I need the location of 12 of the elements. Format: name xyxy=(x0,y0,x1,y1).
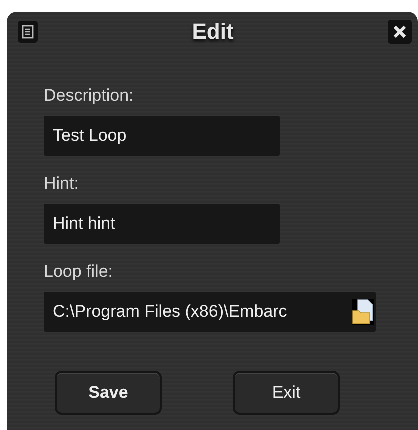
menu-icon[interactable] xyxy=(18,21,38,43)
text-field[interactable]: Test Loop xyxy=(44,116,280,156)
window-title: Edit xyxy=(192,19,234,45)
file-path-field[interactable]: C:\Program Files (x86)\Embarc xyxy=(44,292,376,332)
dialog-button[interactable]: Exit xyxy=(233,371,340,415)
field-label: Description: xyxy=(44,86,135,106)
text-field[interactable]: Hint hint xyxy=(44,204,280,244)
dialog-button[interactable]: Save xyxy=(55,371,162,415)
close-icon[interactable] xyxy=(388,20,412,44)
field-label: Loop file: xyxy=(44,262,114,282)
field-label: Hint: xyxy=(44,174,80,194)
open-file-icon[interactable] xyxy=(352,299,374,325)
